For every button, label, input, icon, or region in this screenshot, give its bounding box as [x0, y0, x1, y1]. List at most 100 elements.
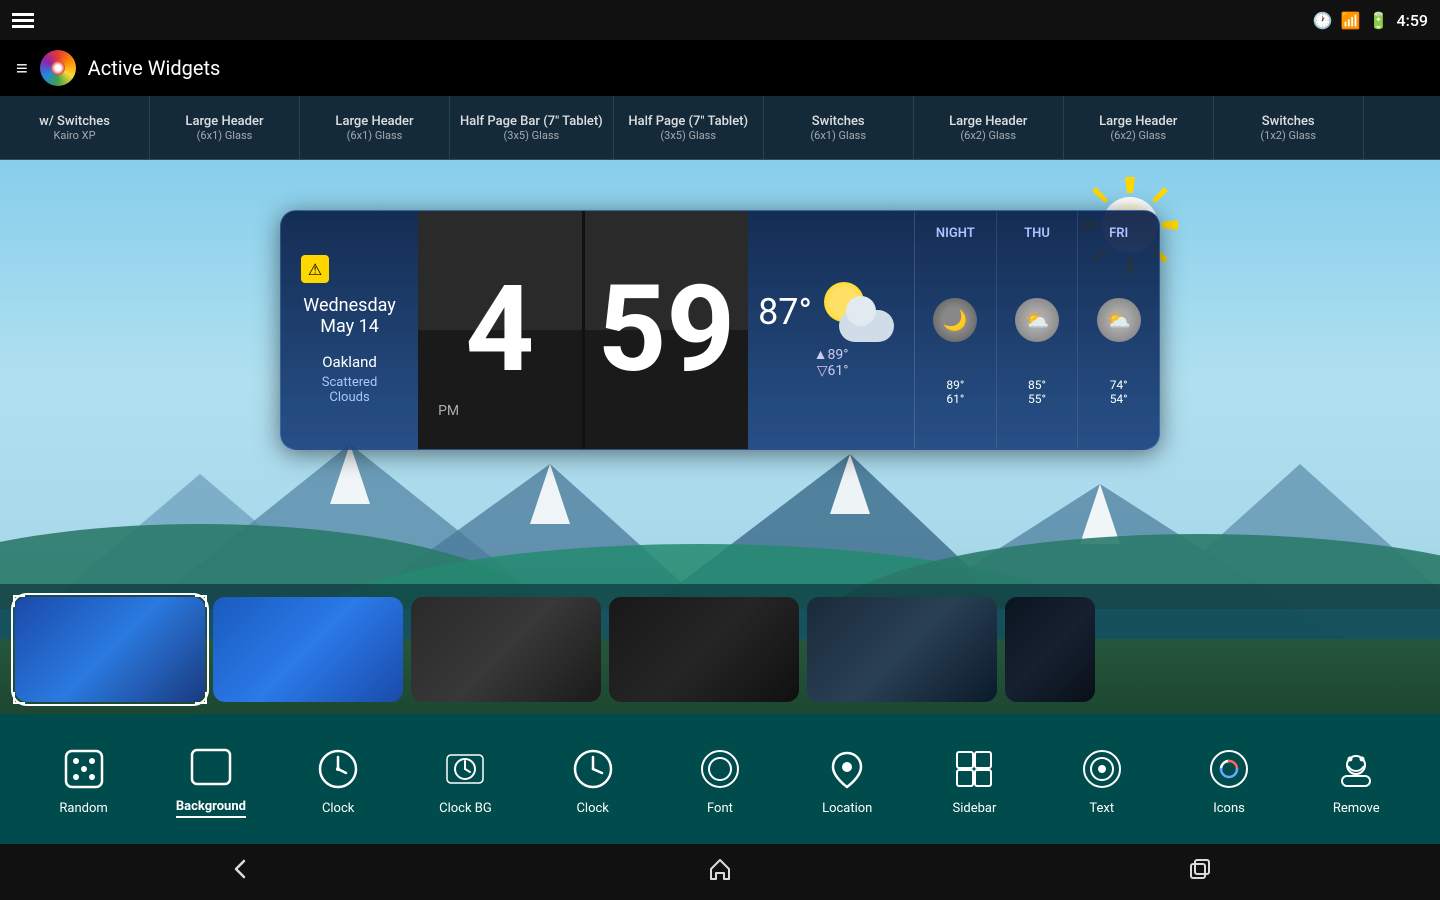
toolbar-sidebar[interactable]: Sidebar	[934, 743, 1014, 816]
text-label: Text	[1089, 801, 1114, 816]
toolbar-remove[interactable]: Remove	[1316, 743, 1396, 816]
toolbar-font[interactable]: Font	[680, 743, 760, 816]
forecast-icon-fri: ⛅	[1097, 298, 1141, 342]
wifi-icon: 📶	[1341, 11, 1361, 30]
clock-label: Clock	[322, 801, 354, 816]
widget-tab-3[interactable]: Half Page Bar (7" Tablet) (3x5) Glass	[450, 96, 614, 160]
toolbar-random[interactable]: Random	[44, 743, 124, 816]
widget-tab-5[interactable]: Switches (6x1) Glass	[764, 96, 914, 160]
app-title: Active Widgets	[88, 56, 221, 80]
location-icon	[821, 743, 873, 795]
toolbar-clock[interactable]: Clock	[298, 743, 378, 816]
hour-number: 4	[465, 270, 534, 390]
sidebar-icon	[948, 743, 1000, 795]
nav-drawer-icon[interactable]: ≡	[16, 56, 28, 81]
forecast-icon-night: 🌙	[933, 298, 977, 342]
widget-description: Scattered Clouds	[301, 375, 398, 405]
status-time: 4:59	[1397, 11, 1429, 30]
forecast-col-thu: THU	[996, 211, 1078, 255]
forecast-body: 🌙 89° 61° ⛅ 85° 55° ⛅ 74°	[915, 255, 1159, 449]
random-label: Random	[59, 801, 107, 816]
remove-icon	[1330, 743, 1382, 795]
location-label: Location	[822, 801, 872, 816]
clock-tool-icon	[312, 743, 364, 795]
forecast-icon-thu: ⛅	[1015, 298, 1059, 342]
forecast-temps-thu: 85° 55°	[1028, 378, 1046, 406]
icons-tool-icon	[1203, 743, 1255, 795]
skin-item-0[interactable]	[15, 597, 205, 702]
forecast-item-night: 🌙 89° 61°	[915, 255, 996, 449]
toolbar-clock-bg[interactable]: Clock BG	[425, 743, 505, 816]
forecast-col-night: NIGHT	[915, 211, 996, 255]
widget-date: Wednesday May 14	[301, 295, 398, 337]
clock2-icon	[567, 743, 619, 795]
hamburger-icon[interactable]	[12, 13, 34, 28]
nav-bar	[0, 844, 1440, 900]
skin-item-4[interactable]	[807, 597, 997, 702]
remove-label: Remove	[1333, 801, 1380, 816]
battery-icon: 🔋	[1369, 11, 1389, 30]
toolbar-background[interactable]: Background	[171, 741, 251, 818]
widget-tab-0[interactable]: w/ Switches Kairo XP	[0, 96, 150, 160]
app-icon	[40, 50, 76, 86]
skin-item-2[interactable]	[411, 597, 601, 702]
widget-city: Oakland	[301, 353, 398, 371]
forecast-temps-night: 89° 61°	[946, 378, 964, 406]
widget-tab-4[interactable]: Half Page (7" Tablet) (3x5) Glass	[614, 96, 764, 160]
flip-minute: 59	[585, 211, 749, 449]
toolbar-icons[interactable]: Icons	[1189, 743, 1269, 816]
weather-widget: ⚠ Wednesday May 14 Oakland Scattered Clo…	[280, 210, 1160, 450]
hi-temp: ▲89°	[814, 347, 849, 363]
widget-forecast: NIGHT THU FRI 🌙 89° 61° ⛅	[914, 211, 1159, 449]
forecast-item-thu: ⛅ 85° 55°	[996, 255, 1078, 449]
widget-tab-1[interactable]: Large Header (6x1) Glass	[150, 96, 300, 160]
lo-temp: ▽61°	[817, 363, 849, 379]
background-icon	[185, 741, 237, 793]
forecast-temps-fri: 74° 54°	[1110, 378, 1128, 406]
corner-bl	[13, 692, 25, 704]
skin-item-5[interactable]	[1005, 597, 1095, 702]
forecast-item-fri: ⛅ 74° 54°	[1077, 255, 1159, 449]
text-icon	[1076, 743, 1128, 795]
app-bar: ≡ Active Widgets	[0, 40, 1440, 96]
widget-tabs-row[interactable]: w/ Switches Kairo XP Large Header (6x1) …	[0, 96, 1440, 160]
corner-tl	[13, 595, 25, 607]
widget-clock: PM 4 59	[418, 211, 748, 449]
corner-tr	[195, 595, 207, 607]
widget-tab-7[interactable]: Large Header (6x2) Glass	[1064, 96, 1214, 160]
corner-br	[195, 692, 207, 704]
warning-icon: ⚠	[301, 255, 329, 283]
home-button[interactable]	[706, 855, 734, 889]
forecast-header: NIGHT THU FRI	[915, 211, 1159, 255]
main-area: ⚠ Wednesday May 14 Oakland Scattered Clo…	[0, 160, 1440, 714]
widget-tab-8[interactable]: Switches (1x2) Glass	[1214, 96, 1364, 160]
clock-bg-icon	[439, 743, 491, 795]
clock2-label: Clock	[576, 801, 608, 816]
forecast-col-fri: FRI	[1077, 211, 1159, 255]
status-bar: 🕐 📶 🔋 4:59	[0, 0, 1440, 40]
font-label: Font	[707, 801, 733, 816]
toolbar-text[interactable]: Text	[1062, 743, 1142, 816]
toolbar-clock2[interactable]: Clock	[553, 743, 633, 816]
widget-tab-6[interactable]: Large Header (6x2) Glass	[914, 96, 1064, 160]
flip-hour: PM 4	[418, 211, 585, 449]
widget-tab-2[interactable]: Large Header (6x1) Glass	[300, 96, 450, 160]
clock-bg-label: Clock BG	[439, 801, 492, 816]
bottom-toolbar: Random Background Clock	[0, 714, 1440, 844]
current-temp: 87°	[758, 291, 812, 333]
time-period: PM	[438, 403, 459, 419]
background-label: Background	[176, 799, 246, 818]
skin-strip[interactable]: ✕	[0, 584, 1440, 714]
font-icon	[694, 743, 746, 795]
minute-number: 59	[597, 270, 735, 390]
skin-item-3[interactable]	[609, 597, 799, 702]
widget-left-panel: ⚠ Wednesday May 14 Oakland Scattered Clo…	[281, 211, 418, 449]
recents-button[interactable]	[1186, 855, 1214, 889]
toolbar-location[interactable]: Location	[807, 743, 887, 816]
icons-label: Icons	[1213, 801, 1245, 816]
sidebar-label: Sidebar	[953, 801, 997, 816]
widget-current-weather: 87° ▲89° ▽61°	[748, 211, 914, 449]
back-button[interactable]	[226, 855, 254, 889]
clock-icon: 🕐	[1313, 11, 1333, 30]
skin-item-1[interactable]	[213, 597, 403, 702]
